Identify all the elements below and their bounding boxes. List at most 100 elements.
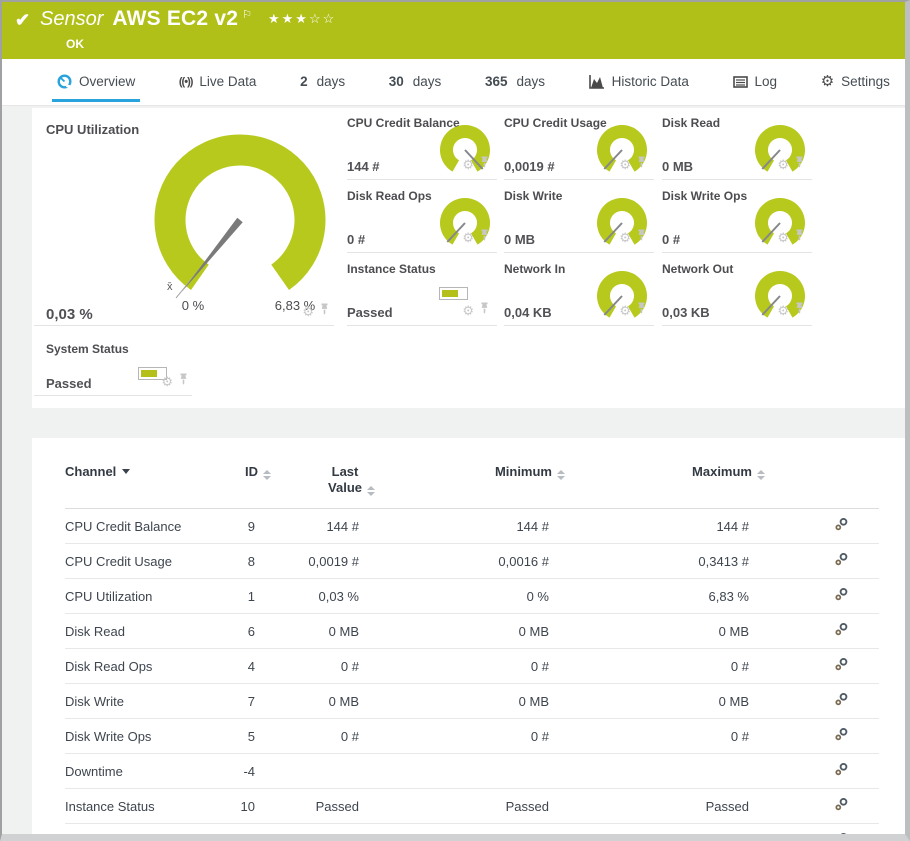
tab-bar: Overview ((•)) Live Data 2 days 30 days … (2, 59, 905, 106)
gear-icon[interactable]: ⚙ (619, 158, 631, 171)
gauge-title: CPU Credit Usage (504, 116, 607, 130)
flag-icon[interactable]: ⚐ (242, 8, 252, 21)
sensor-title: AWS EC2 v2 (112, 7, 238, 31)
channel-name: Disk Read (65, 614, 215, 649)
gauge-panel-disk-write: Disk Write 0 MB ⚙ (504, 183, 654, 253)
panel-actions: ⚙ (619, 301, 646, 319)
channel-id: 2 (215, 824, 271, 835)
gear-icon[interactable]: ⚙ (462, 231, 474, 244)
gear-icon[interactable]: ⚙ (619, 231, 631, 244)
table-row: Network In 2 0,04 KB 0,03 KB 1.688 KB (65, 824, 879, 835)
sort-icon[interactable] (557, 470, 565, 480)
column-header-channel[interactable]: Channel (65, 458, 215, 509)
gauge-dial: x̄ (140, 120, 340, 320)
channel-id: 8 (215, 544, 271, 579)
gauge-title: Disk Write (504, 189, 562, 203)
gauge-value: Passed (46, 376, 92, 391)
channel-minimum: Passed (375, 789, 565, 824)
pin-icon[interactable] (179, 372, 188, 390)
stars-empty[interactable]: ☆☆ (309, 11, 336, 26)
channel-settings-icon[interactable] (834, 625, 849, 640)
gauge-value: 144 # (347, 159, 380, 174)
gauge-title: Network Out (662, 262, 733, 276)
pin-icon[interactable] (795, 155, 804, 173)
gauge-title: Network In (504, 262, 565, 276)
panel-actions: ⚙ (302, 302, 329, 320)
table-row: Instance Status 10 Passed Passed Passed (65, 789, 879, 824)
sort-icon[interactable] (367, 486, 375, 496)
stars-filled[interactable]: ★★★ (268, 11, 309, 26)
channel-minimum: 0,0016 # (375, 544, 565, 579)
sort-icon[interactable] (263, 470, 271, 480)
channel-settings-icon[interactable] (834, 590, 849, 605)
pin-icon[interactable] (795, 301, 804, 319)
pin-icon[interactable] (320, 302, 329, 320)
channel-settings-icon[interactable] (834, 660, 849, 675)
gauge-value: 0,03 % (46, 306, 93, 323)
channel-settings-icon[interactable] (834, 730, 849, 745)
panel-actions: ⚙ (777, 228, 804, 246)
channel-last-value: 144 # (271, 509, 375, 544)
gauge-title: Disk Write Ops (662, 189, 747, 203)
tab-settings[interactable]: ⚙ Settings (816, 64, 895, 102)
gauge-value: 0,0019 # (504, 159, 555, 174)
channel-settings-icon[interactable] (834, 520, 849, 535)
tab-365-days[interactable]: 365 days (480, 64, 550, 102)
channel-minimum: 144 # (375, 509, 565, 544)
gauge-title: Disk Read (662, 116, 720, 130)
tab-overview[interactable]: Overview (52, 64, 140, 102)
priority-stars[interactable]: ★★★☆☆ (268, 11, 336, 27)
channel-id: 4 (215, 649, 271, 684)
gauge-panel-system-status: System Status Passed ⚙ (34, 336, 192, 396)
tab-2-days[interactable]: 2 days (295, 64, 350, 102)
sensor-header: ✔ Sensor AWS EC2 v2 ⚐ ★★★☆☆ OK (2, 2, 905, 59)
pin-icon[interactable] (637, 301, 646, 319)
table-row: Disk Write 7 0 MB 0 MB 0 MB (65, 684, 879, 719)
tab-log[interactable]: Log (728, 64, 783, 102)
pin-icon[interactable] (480, 301, 489, 319)
gear-icon[interactable]: ⚙ (462, 304, 474, 317)
channels-table: Channel ID LastValue Minimum Maximum CPU… (65, 458, 879, 834)
tab-historic-data[interactable]: Historic Data (584, 64, 694, 102)
pin-icon[interactable] (480, 228, 489, 246)
channel-settings-icon[interactable] (834, 555, 849, 570)
gear-icon[interactable]: ⚙ (462, 158, 474, 171)
channel-last-value: 0 MB (271, 614, 375, 649)
channel-last-value: Passed (271, 789, 375, 824)
average-marker: x̄ (167, 281, 173, 293)
tab-live-data[interactable]: ((•)) Live Data (174, 64, 262, 102)
gear-icon[interactable]: ⚙ (161, 375, 173, 388)
sort-icon[interactable] (757, 470, 765, 480)
gear-icon[interactable]: ⚙ (619, 304, 631, 317)
column-header-minimum[interactable]: Minimum (375, 458, 565, 509)
channel-minimum: 0 % (375, 579, 565, 614)
column-header-last-value[interactable]: LastValue (271, 458, 375, 509)
gear-icon[interactable]: ⚙ (777, 231, 789, 244)
gear-icon[interactable]: ⚙ (302, 305, 314, 318)
channel-id: -4 (215, 754, 271, 789)
pin-icon[interactable] (637, 155, 646, 173)
channel-settings-icon[interactable] (834, 800, 849, 815)
column-header-id[interactable]: ID (215, 458, 271, 509)
table-row: CPU Credit Balance 9 144 # 144 # 144 # (65, 509, 879, 544)
channel-maximum: 0 # (565, 649, 765, 684)
gear-icon[interactable]: ⚙ (777, 304, 789, 317)
tab-30-days[interactable]: 30 days (384, 64, 447, 102)
gear-icon[interactable]: ⚙ (777, 158, 789, 171)
channel-name: Instance Status (65, 789, 215, 824)
tab-label: days (516, 74, 545, 89)
column-header-maximum[interactable]: Maximum (565, 458, 765, 509)
channel-settings-icon[interactable] (834, 695, 849, 710)
channels-panel: Channel ID LastValue Minimum Maximum CPU… (32, 438, 905, 834)
sensor-page: ✔ Sensor AWS EC2 v2 ⚐ ★★★☆☆ OK Overview … (0, 0, 910, 841)
channel-settings-icon[interactable] (834, 765, 849, 780)
gauge-panel-network-in: Network In 0,04 KB ⚙ (504, 256, 654, 326)
pin-icon[interactable] (795, 228, 804, 246)
tab-label: days (413, 74, 442, 89)
table-row: Disk Read 6 0 MB 0 MB 0 MB (65, 614, 879, 649)
gauge-title: CPU Utilization (46, 122, 139, 137)
pin-icon[interactable] (480, 155, 489, 173)
pin-icon[interactable] (637, 228, 646, 246)
channel-last-value: 0,03 % (271, 579, 375, 614)
column-header-actions (765, 458, 879, 509)
